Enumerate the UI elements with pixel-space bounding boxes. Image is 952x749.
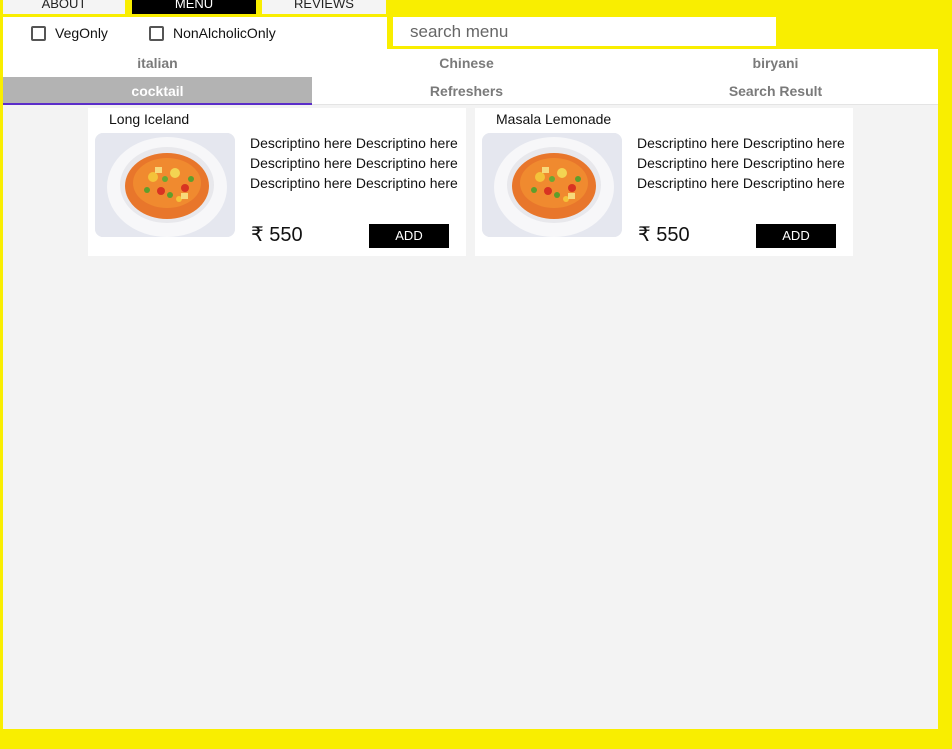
add-to-cart-button[interactable]: ADD [369,224,449,248]
menu-item-name: Long Iceland [109,111,190,127]
category-tabs: italian Chinese biryani cocktail Refresh… [3,49,938,105]
category-tab-biryani[interactable]: biryani [621,49,930,77]
add-to-cart-button[interactable]: ADD [756,224,836,248]
menu-item-description: Descriptino here Descriptino here Descri… [250,135,458,191]
checkbox-icon[interactable] [149,25,164,41]
menu-item-description: Descriptino here Descriptino here Descri… [637,135,845,191]
category-tab-chinese[interactable]: Chinese [312,49,621,77]
category-tab-search-result[interactable]: Search Result [621,77,930,105]
search-input[interactable] [393,17,776,46]
menu-item-price: ₹ 550 [638,224,690,246]
filter-bar: VegOnly NonAlcholicOnly [3,17,387,49]
category-tab-italian[interactable]: italian [3,49,312,77]
soup-bowl-image [482,133,622,237]
tab-reviews[interactable]: REVIEWS [262,0,386,14]
tab-menu[interactable]: MENU [132,0,256,14]
category-tab-cocktail[interactable]: cocktail [3,77,312,105]
soup-bowl-image [95,133,235,237]
top-nav: ABOUT MENU REVIEWS [0,0,952,16]
checkbox-icon[interactable] [31,25,46,41]
menu-item-name: Masala Lemonade [496,111,612,127]
menu-item-price: ₹ 550 [251,224,303,246]
menu-item-card: Masala Lemonade Descriptino here Descrip… [475,108,853,256]
veg-only-checkbox[interactable]: VegOnly [31,25,108,41]
non-alcoholic-only-label: NonAlcholicOnly [173,25,276,41]
category-tab-refreshers[interactable]: Refreshers [312,77,621,105]
non-alcoholic-only-checkbox[interactable]: NonAlcholicOnly [149,25,276,41]
veg-only-label: VegOnly [55,25,108,41]
menu-item-card: Long Iceland Descriptino here Descriptin… [88,108,466,256]
tab-about[interactable]: ABOUT [3,0,125,14]
menu-panel: italian Chinese biryani cocktail Refresh… [3,49,938,729]
